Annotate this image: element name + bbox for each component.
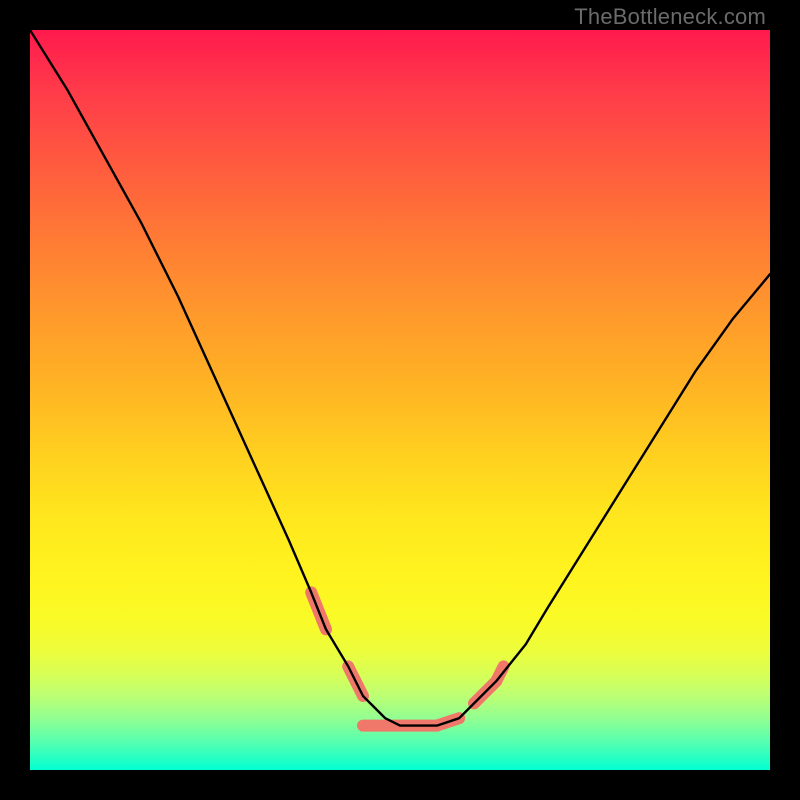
plot-area: [30, 30, 770, 770]
highlight-layer: [311, 592, 503, 725]
curve-layer: [30, 30, 770, 726]
chart-frame: TheBottleneck.com: [0, 0, 800, 800]
bottleneck-curve: [30, 30, 770, 726]
chart-svg: [30, 30, 770, 770]
watermark-text: TheBottleneck.com: [574, 4, 766, 30]
